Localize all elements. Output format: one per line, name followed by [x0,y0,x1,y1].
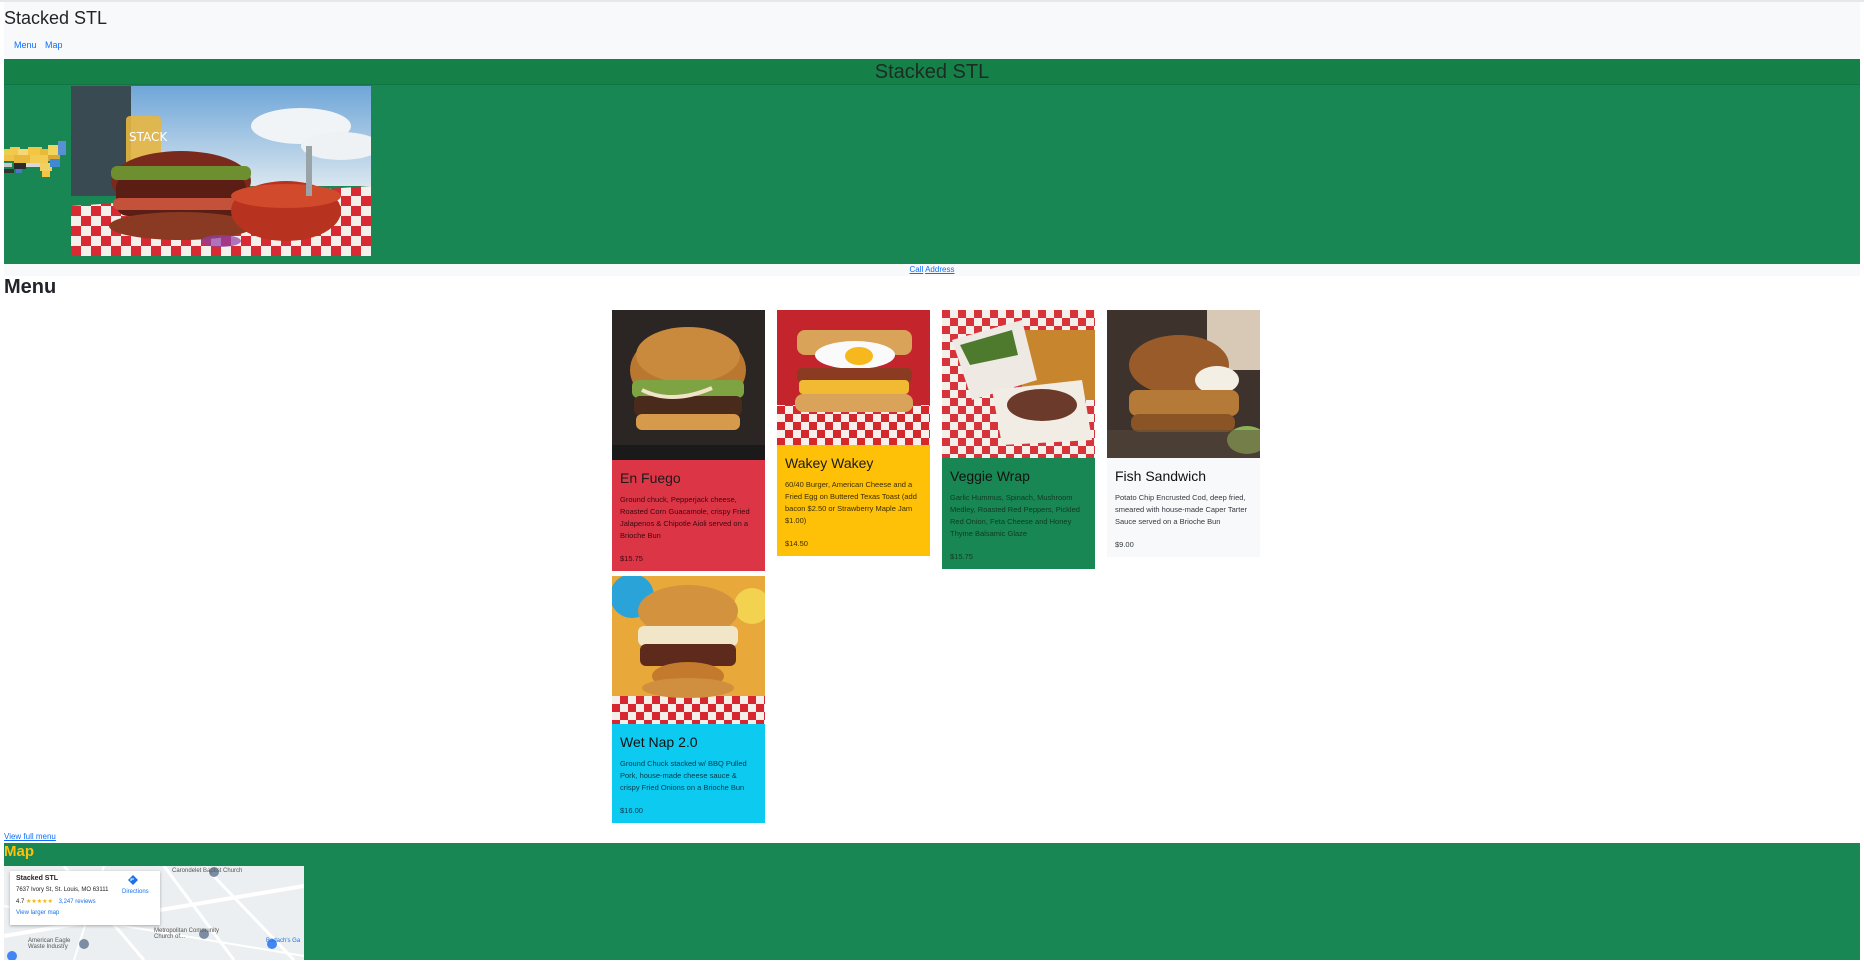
fish-sandwich-image [1107,310,1260,458]
map-label-bodachs: Bodach's Ga [266,938,301,944]
directions-icon[interactable] [128,875,138,885]
menu-item-description: Ground Chuck stacked w/ BBQ Pulled Pork,… [620,759,747,792]
map-info-card: Stacked STL 7637 Ivory St, St. Louis, MO… [10,871,160,925]
menu-item-name: Wet Nap 2.0 [620,734,698,750]
menu-item-price: $9.00 [1115,540,1134,549]
map-label-metro-church: Metropolitan Community Church of... [154,928,220,940]
menu-item-name: Veggie Wrap [950,468,1030,484]
navbar-brand[interactable]: Stacked STL [4,8,107,29]
hero-section: Stacked STL STACK [4,59,1860,264]
map-place-name: Stacked STL [16,875,59,882]
menu-item-description: 60/40 Burger, American Cheese and a Frie… [785,480,917,525]
menu-card-fish-sandwich[interactable]: Fish Sandwich Potato Chip Encrusted Cod,… [1107,310,1260,557]
menu-card-en-fuego[interactable]: En Fuego Ground chuck, Pepperjack cheese… [612,310,765,571]
embedded-map[interactable]: Carondelet Baptist Church Metropolitan C… [3,864,305,962]
wakey-wakey-body: Wakey Wakey 60/40 Burger, American Chees… [777,445,930,556]
en-fuego-image [612,310,765,460]
broken-image-placeholder [4,141,68,177]
menu-item-price: $16.00 [620,806,643,815]
nav-link-menu[interactable]: Menu [14,40,37,50]
menu-item-price: $15.75 [950,552,973,561]
map-place-rating: 4.7 ★★★★★ 3,247 reviews [16,898,96,905]
menu-item-description: Garlic Hummus, Spinach, Mushroom Medley,… [950,493,1080,538]
directions-label[interactable]: Directions [122,889,149,895]
rating-value: 4.7 [16,899,25,905]
menu-item-description: Ground chuck, Pepperjack cheese, Roasted… [620,495,750,540]
menu-card-veggie-wrap[interactable]: Veggie Wrap Garlic Hummus, Spinach, Mush… [942,310,1095,569]
menu-item-price: $15.75 [620,554,643,563]
wakey-wakey-image [777,310,930,445]
menu-item-name: Fish Sandwich [1115,468,1207,484]
veggie-wrap-image [942,310,1095,458]
map-place-address: 7637 Ivory St, St. Louis, MO 63111 [16,887,109,893]
call-link[interactable]: Call [910,265,924,274]
map-section: Map Carondelet Baptist Church Metropolit… [3,843,1860,962]
view-larger-map-link[interactable]: View larger map [16,910,59,916]
en-fuego-body: En Fuego Ground chuck, Pepperjack cheese… [612,460,765,571]
menu-item-name: En Fuego [620,470,681,486]
contact-bar: Call Address [4,264,1860,276]
nav-link-map[interactable]: Map [45,40,63,50]
wet-nap-image [612,576,765,724]
view-full-menu-link[interactable]: View full menu [4,832,56,841]
veggie-wrap-body: Veggie Wrap Garlic Hummus, Spinach, Mush… [942,458,1095,569]
menu-card-wakey-wakey[interactable]: Wakey Wakey 60/40 Burger, American Chees… [777,310,930,556]
map-heading: Map [4,843,34,860]
menu-heading: Menu [4,276,57,298]
rating-stars: ★★★★★ [26,899,53,905]
navbar: Stacked STL Menu Map [4,2,1860,59]
menu-item-price: $14.50 [785,539,808,548]
map-label-waste: American Eagle Waste Industry [28,938,71,950]
hero-title: Stacked STL [874,61,990,83]
fish-sandwich-body: Fish Sandwich Potato Chip Encrusted Cod,… [1107,458,1260,557]
menu-item-description: Potato Chip Encrusted Cod, deep fried, s… [1115,493,1248,526]
menu-card-wet-nap[interactable]: Wet Nap 2.0 Ground Chuck stacked w/ BBQ … [612,576,765,823]
svg-text:STACK: STACK [129,130,168,144]
wet-nap-body: Wet Nap 2.0 Ground Chuck stacked w/ BBQ … [612,724,765,823]
address-link[interactable]: Address [925,265,954,274]
nav-links: Menu Map [14,40,69,50]
map-label-church: Carondelet Baptist Church [172,868,243,874]
reviews-link[interactable]: 3,247 reviews [59,899,96,905]
menu-item-name: Wakey Wakey [785,455,874,471]
hero-burger-image: STACK [71,86,371,256]
